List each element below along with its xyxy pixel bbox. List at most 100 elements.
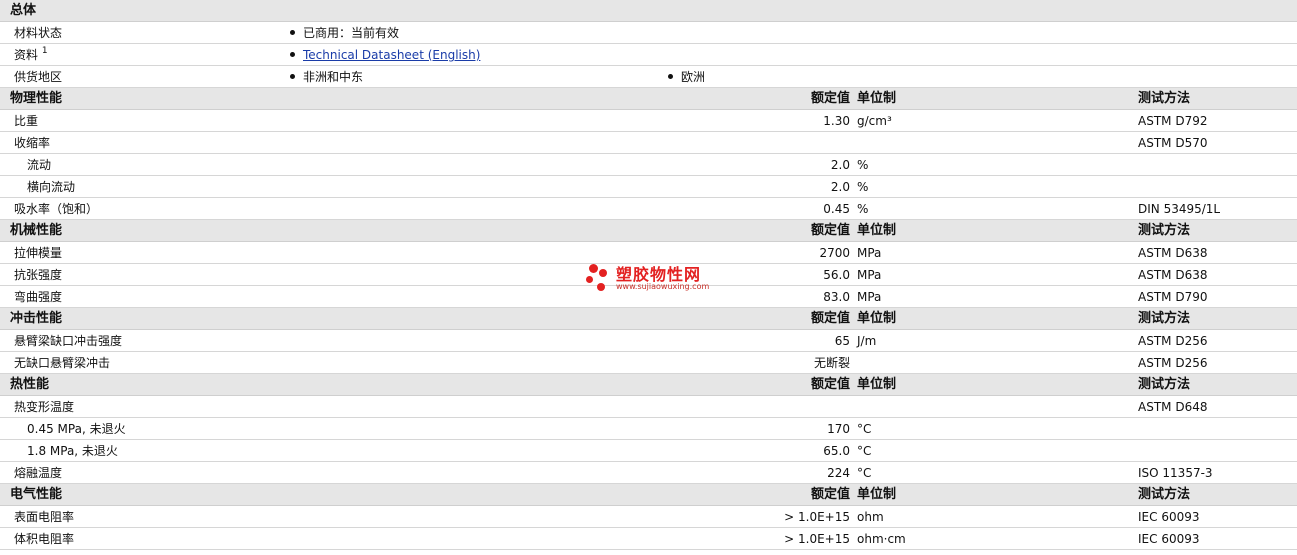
column-header-unit: 单位制 [857, 487, 897, 502]
property-value: 2.0 [830, 180, 850, 194]
footnote-marker: 1 [41, 46, 48, 56]
test-method: ASTM D792 [1138, 114, 1208, 128]
table-row: 熔融温度 224 °C ISO 11357-3 [0, 462, 1297, 484]
property-value: 83.0 [823, 290, 850, 304]
property-name: 拉伸模量 [14, 246, 63, 260]
column-header-value: 额定值 [810, 311, 850, 326]
property-value: 65.0 [823, 444, 850, 458]
material-status-label: 材料状态 [14, 26, 63, 40]
availability-value-1: 非洲和中东 [290, 66, 363, 88]
property-value: 无断裂 [813, 356, 850, 370]
table-row: 供货地区 非洲和中东 欧洲 [0, 66, 1297, 88]
table-row: 热变形温度 ASTM D648 [0, 396, 1297, 418]
property-value: > 1.0E+15 [784, 510, 850, 524]
test-method: ASTM D570 [1138, 136, 1208, 150]
section-title: 机械性能 [10, 223, 63, 238]
property-unit: g/cm³ [857, 114, 892, 128]
column-header-unit: 单位制 [857, 377, 897, 392]
property-name: 流动 [27, 158, 52, 172]
property-unit: MPa [857, 246, 882, 260]
property-unit: ohm [857, 510, 884, 524]
test-method: IEC 60093 [1138, 532, 1200, 546]
section-header: 物理性能 额定值 单位制 测试方法 [0, 88, 1297, 110]
test-method: IEC 60093 [1138, 510, 1200, 524]
availability-value-2: 欧洲 [668, 66, 705, 88]
property-name: 比重 [14, 114, 39, 128]
section-title: 电气性能 [10, 487, 63, 502]
material-status-value: 已商用：当前有效 [290, 22, 399, 44]
property-value: > 1.0E+15 [784, 532, 850, 546]
table-row: 流动 2.0% [0, 154, 1297, 176]
watermark-logo: 塑胶物性网 www.sujiaowuxing.com [585, 261, 725, 297]
property-value: 2700 [819, 246, 850, 260]
property-name: 弯曲强度 [14, 290, 63, 304]
table-row: 无缺口悬臂梁冲击 无断裂 ASTM D256 [0, 352, 1297, 374]
test-method: ASTM D790 [1138, 290, 1208, 304]
bullet-icon [290, 30, 295, 35]
property-name: 悬臂梁缺口冲击强度 [14, 334, 123, 348]
bullet-icon [290, 52, 295, 57]
table-row: 0.45 MPa, 未退火 170 °C [0, 418, 1297, 440]
property-name: 抗张强度 [14, 268, 63, 282]
table-row: 比重 1.30 g/cm³ ASTM D792 [0, 110, 1297, 132]
section-header: 机械性能 额定值 单位制 测试方法 [0, 220, 1297, 242]
column-header-unit: 单位制 [857, 311, 897, 326]
property-name: 收缩率 [14, 136, 51, 150]
column-header-unit: 单位制 [857, 223, 897, 238]
property-name: 吸水率（饱和） [14, 202, 99, 216]
column-header-value: 额定值 [810, 377, 850, 392]
table-row: 收缩率 ASTM D570 [0, 132, 1297, 154]
bullet-icon [290, 74, 295, 79]
property-value: 65 [834, 334, 850, 348]
property-unit: °C [857, 422, 872, 436]
column-header-test: 测试方法 [1138, 377, 1191, 392]
property-unit: MPa [857, 268, 882, 282]
watermark-url: www.sujiaowuxing.com [616, 282, 710, 291]
property-value: 224 [827, 466, 850, 480]
table-row: 横向流动 2.0% [0, 176, 1297, 198]
technical-datasheet-link[interactable]: Technical Datasheet (English) [303, 48, 480, 62]
table-row: 体积电阻率 > 1.0E+15 ohm·cm IEC 60093 [0, 528, 1297, 550]
section-header-general: 总体 [0, 0, 1297, 22]
property-name: 热变形温度 [14, 400, 75, 414]
table-row: 吸水率（饱和） 0.45% DIN 53495/1L [0, 198, 1297, 220]
test-method: ASTM D256 [1138, 356, 1208, 370]
property-unit: % [857, 202, 869, 216]
table-row: 1.8 MPa, 未退火 65.0 °C [0, 440, 1297, 462]
table-row: 悬臂梁缺口冲击强度 65 J/m ASTM D256 [0, 330, 1297, 352]
column-header-test: 测试方法 [1138, 487, 1191, 502]
table-row: 资料 1 Technical Datasheet (English) [0, 44, 1297, 66]
property-value: 2.0 [830, 158, 850, 172]
availability-label: 供货地区 [14, 70, 63, 84]
property-name: 无缺口悬臂梁冲击 [14, 356, 111, 370]
property-name: 横向流动 [27, 180, 76, 194]
documents-label: 资料 1 [14, 46, 48, 62]
table-row: 表面电阻率 > 1.0E+15 ohm IEC 60093 [0, 506, 1297, 528]
test-method: ASTM D648 [1138, 400, 1208, 414]
table-row: 材料状态 已商用：当前有效 [0, 22, 1297, 44]
property-unit: % [857, 158, 869, 172]
section-header: 热性能 额定值 单位制 测试方法 [0, 374, 1297, 396]
column-header-test: 测试方法 [1138, 223, 1191, 238]
column-header-value: 额定值 [810, 91, 850, 106]
section-header: 冲击性能 额定值 单位制 测试方法 [0, 308, 1297, 330]
property-value: 170 [827, 422, 850, 436]
property-value: 56.0 [823, 268, 850, 282]
property-unit: MPa [857, 290, 882, 304]
section-title: 热性能 [10, 377, 50, 392]
property-name: 熔融温度 [14, 466, 63, 480]
property-unit: % [857, 180, 869, 194]
column-header-test: 测试方法 [1138, 311, 1191, 326]
property-value: 1.30 [823, 114, 850, 128]
property-unit: °C [857, 444, 872, 458]
column-header-value: 额定值 [810, 223, 850, 238]
property-name: 表面电阻率 [14, 510, 75, 524]
property-unit: °C [857, 466, 872, 480]
test-method: ASTM D638 [1138, 246, 1208, 260]
property-unit: J/m [857, 334, 877, 348]
section-header: 电气性能 额定值 单位制 测试方法 [0, 484, 1297, 506]
property-unit: ohm·cm [857, 532, 906, 546]
property-name: 0.45 MPa, 未退火 [27, 422, 126, 436]
property-name: 体积电阻率 [14, 532, 75, 546]
column-header-value: 额定值 [810, 487, 850, 502]
